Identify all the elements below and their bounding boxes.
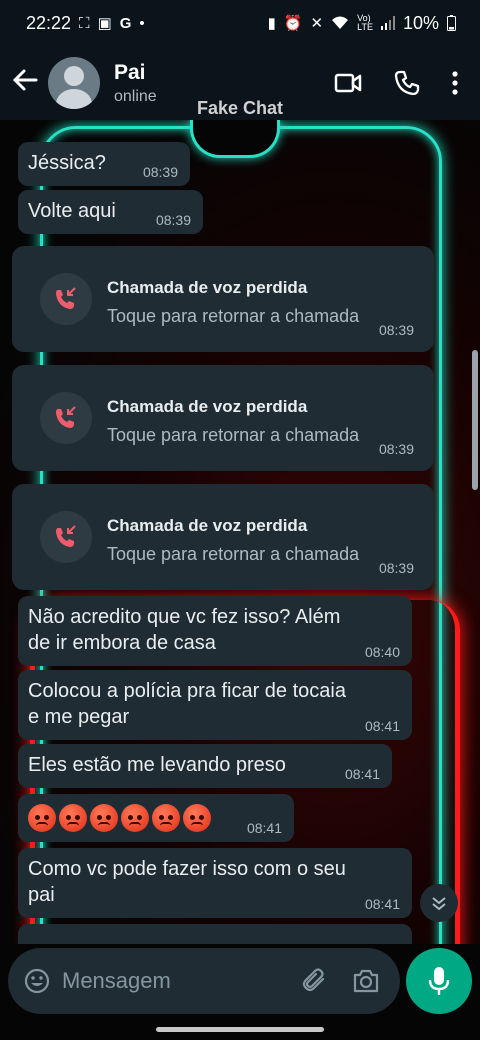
screenshot-icon: ⛶ bbox=[79, 14, 90, 32]
signal-icon bbox=[380, 16, 395, 30]
wallpaper-notch bbox=[190, 120, 280, 158]
camera-icon[interactable] bbox=[352, 968, 380, 994]
message-text: Não acredito que vc fez isso? Além bbox=[28, 606, 341, 628]
alarm-icon: ⏰ bbox=[283, 15, 303, 32]
message-bubble-partial[interactable] bbox=[18, 924, 412, 944]
missed-call-bubble[interactable]: Chamada de voz perdida Toque para retorn… bbox=[12, 246, 434, 352]
scroll-to-bottom-button[interactable] bbox=[420, 884, 458, 922]
missed-call-title: Chamada de voz perdida bbox=[107, 397, 308, 416]
missed-call-bubble[interactable]: Chamada de voz perdida Toque para retorn… bbox=[12, 484, 434, 590]
message-time: 08:41 bbox=[344, 766, 380, 782]
battery-level: 10% bbox=[402, 12, 439, 33]
home-gesture-handle[interactable] bbox=[156, 1027, 324, 1032]
message-bubble[interactable]: Como vc pode fazer isso com o seu pai 08… bbox=[18, 848, 412, 918]
message-time: 08:39 bbox=[378, 322, 414, 338]
message-bubble[interactable]: Jéssica? 08:39 bbox=[18, 142, 190, 186]
system-nav-bar bbox=[0, 1020, 480, 1040]
message-input[interactable] bbox=[62, 968, 282, 994]
angry-face-icon bbox=[152, 804, 180, 832]
volte-icon: Vo) LTE bbox=[357, 13, 373, 32]
message-text: Volte aqui bbox=[28, 200, 116, 222]
voice-message-button[interactable] bbox=[406, 948, 472, 1014]
status-time: 22:22 bbox=[26, 12, 72, 33]
lock-icon: ▮ bbox=[267, 15, 276, 32]
contact-name: Pai bbox=[114, 60, 146, 84]
message-time: 08:41 bbox=[246, 820, 282, 836]
g-icon: G bbox=[119, 14, 132, 32]
angry-face-icon bbox=[90, 804, 118, 832]
wifi-icon bbox=[332, 16, 349, 29]
double-chevron-down-icon bbox=[432, 897, 446, 911]
voice-call-icon[interactable] bbox=[394, 70, 420, 96]
message-text: Colocou a polícia pra ficar de tocaia bbox=[28, 680, 346, 702]
message-text: Como vc pode fazer isso com o seu bbox=[28, 858, 346, 880]
missed-call-subtitle: Toque para retornar a chamada bbox=[107, 544, 360, 564]
attach-icon[interactable] bbox=[302, 968, 328, 994]
watermark-label: Fake Chat bbox=[196, 98, 284, 118]
message-bubble[interactable]: Não acredito que vc fez isso? Além de ir… bbox=[18, 596, 412, 666]
missed-call-title: Chamada de voz perdida bbox=[107, 516, 308, 535]
message-text: e me pegar bbox=[28, 706, 130, 728]
missed-call-icon bbox=[40, 392, 92, 444]
composer-bar bbox=[0, 944, 480, 1020]
chat-area[interactable]: Jéssica? 08:39 Volte aqui 08:39 Chamada … bbox=[0, 120, 480, 944]
cursing-face-icon bbox=[183, 804, 211, 832]
message-text: de ir embora de casa bbox=[28, 632, 216, 654]
message-text: pai bbox=[28, 884, 55, 906]
microphone-icon bbox=[428, 967, 450, 995]
more-options-icon[interactable] bbox=[452, 71, 458, 95]
missed-call-title: Chamada de voz perdida bbox=[107, 278, 308, 297]
angry-face-icon bbox=[28, 804, 56, 832]
missed-call-subtitle: Toque para retornar a chamada bbox=[107, 425, 360, 445]
mute-icon: ✕ bbox=[310, 15, 324, 32]
missed-call-icon bbox=[40, 511, 92, 563]
message-text: Eles estão me levando preso bbox=[28, 754, 286, 776]
back-arrow-icon[interactable] bbox=[2, 67, 48, 100]
dot-icon: • bbox=[139, 14, 145, 32]
message-time: 08:39 bbox=[142, 164, 178, 180]
missed-call-subtitle: Toque para retornar a chamada bbox=[107, 306, 360, 326]
emoji-message-bubble[interactable]: 08:41 bbox=[18, 794, 294, 842]
status-bar: 22:22 ⛶ ▣ G • ▮ ⏰ ✕ Vo) LTE 10% bbox=[0, 0, 480, 46]
angry-face-icon bbox=[59, 804, 87, 832]
message-time: 08:39 bbox=[378, 560, 414, 576]
message-bubble[interactable]: Eles estão me levando preso 08:41 bbox=[18, 744, 392, 788]
message-time: 08:39 bbox=[378, 441, 414, 457]
angry-face-icon bbox=[121, 804, 149, 832]
emoji-icon[interactable] bbox=[24, 968, 50, 994]
image-icon: ▣ bbox=[97, 15, 112, 32]
message-composer[interactable] bbox=[8, 948, 400, 1014]
message-bubble[interactable]: Volte aqui 08:39 bbox=[18, 190, 203, 234]
message-text: Jéssica? bbox=[28, 152, 106, 174]
message-time: 08:41 bbox=[364, 718, 400, 734]
video-call-icon[interactable] bbox=[334, 72, 362, 94]
message-time: 08:39 bbox=[155, 212, 191, 228]
scrollbar[interactable] bbox=[472, 350, 478, 490]
missed-call-icon bbox=[40, 273, 92, 325]
message-time: 08:41 bbox=[364, 896, 400, 912]
battery-icon bbox=[447, 15, 456, 31]
message-time: 08:40 bbox=[364, 644, 400, 660]
missed-call-bubble[interactable]: Chamada de voz perdida Toque para retorn… bbox=[12, 365, 434, 471]
message-bubble[interactable]: Colocou a polícia pra ficar de tocaia e … bbox=[18, 670, 412, 740]
